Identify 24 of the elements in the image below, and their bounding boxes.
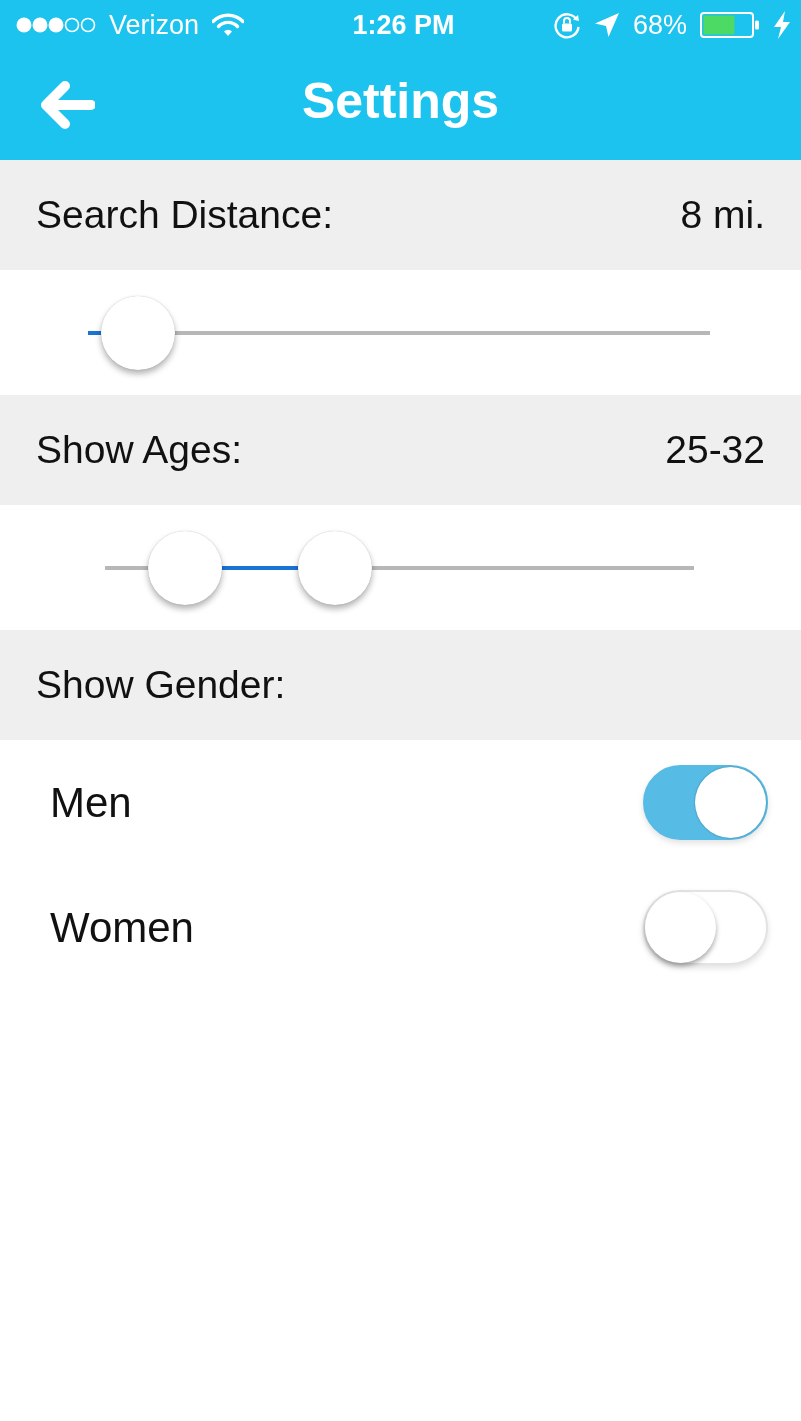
location-arrow-icon bbox=[593, 12, 620, 38]
signal-dots-icon bbox=[16, 17, 96, 33]
section-label: Search Distance: bbox=[36, 193, 333, 237]
back-button[interactable] bbox=[38, 79, 96, 131]
wifi-icon bbox=[212, 13, 245, 37]
carrier-name: Verizon bbox=[109, 11, 200, 39]
battery-icon bbox=[700, 12, 760, 38]
slider-thumb[interactable] bbox=[148, 530, 223, 605]
section-value: 25-32 bbox=[665, 428, 765, 472]
section-value: 8 mi. bbox=[680, 193, 765, 237]
charging-bolt-icon bbox=[773, 11, 791, 39]
option-label: Men bbox=[50, 778, 132, 827]
orientation-lock-icon bbox=[552, 11, 581, 39]
back-arrow-icon bbox=[39, 81, 95, 129]
status-time: 1:26 PM bbox=[352, 11, 455, 39]
section-label: Show Gender: bbox=[36, 663, 286, 707]
page-title: Settings bbox=[301, 73, 500, 131]
slider-thumb[interactable] bbox=[100, 295, 175, 370]
option-label: Women bbox=[50, 903, 194, 952]
slider-fill bbox=[88, 330, 101, 335]
toggle-switch[interactable] bbox=[643, 765, 768, 840]
battery-percent: 68% bbox=[632, 11, 687, 39]
section-label: Show Ages: bbox=[36, 428, 242, 472]
slider-thumb[interactable] bbox=[297, 530, 372, 605]
